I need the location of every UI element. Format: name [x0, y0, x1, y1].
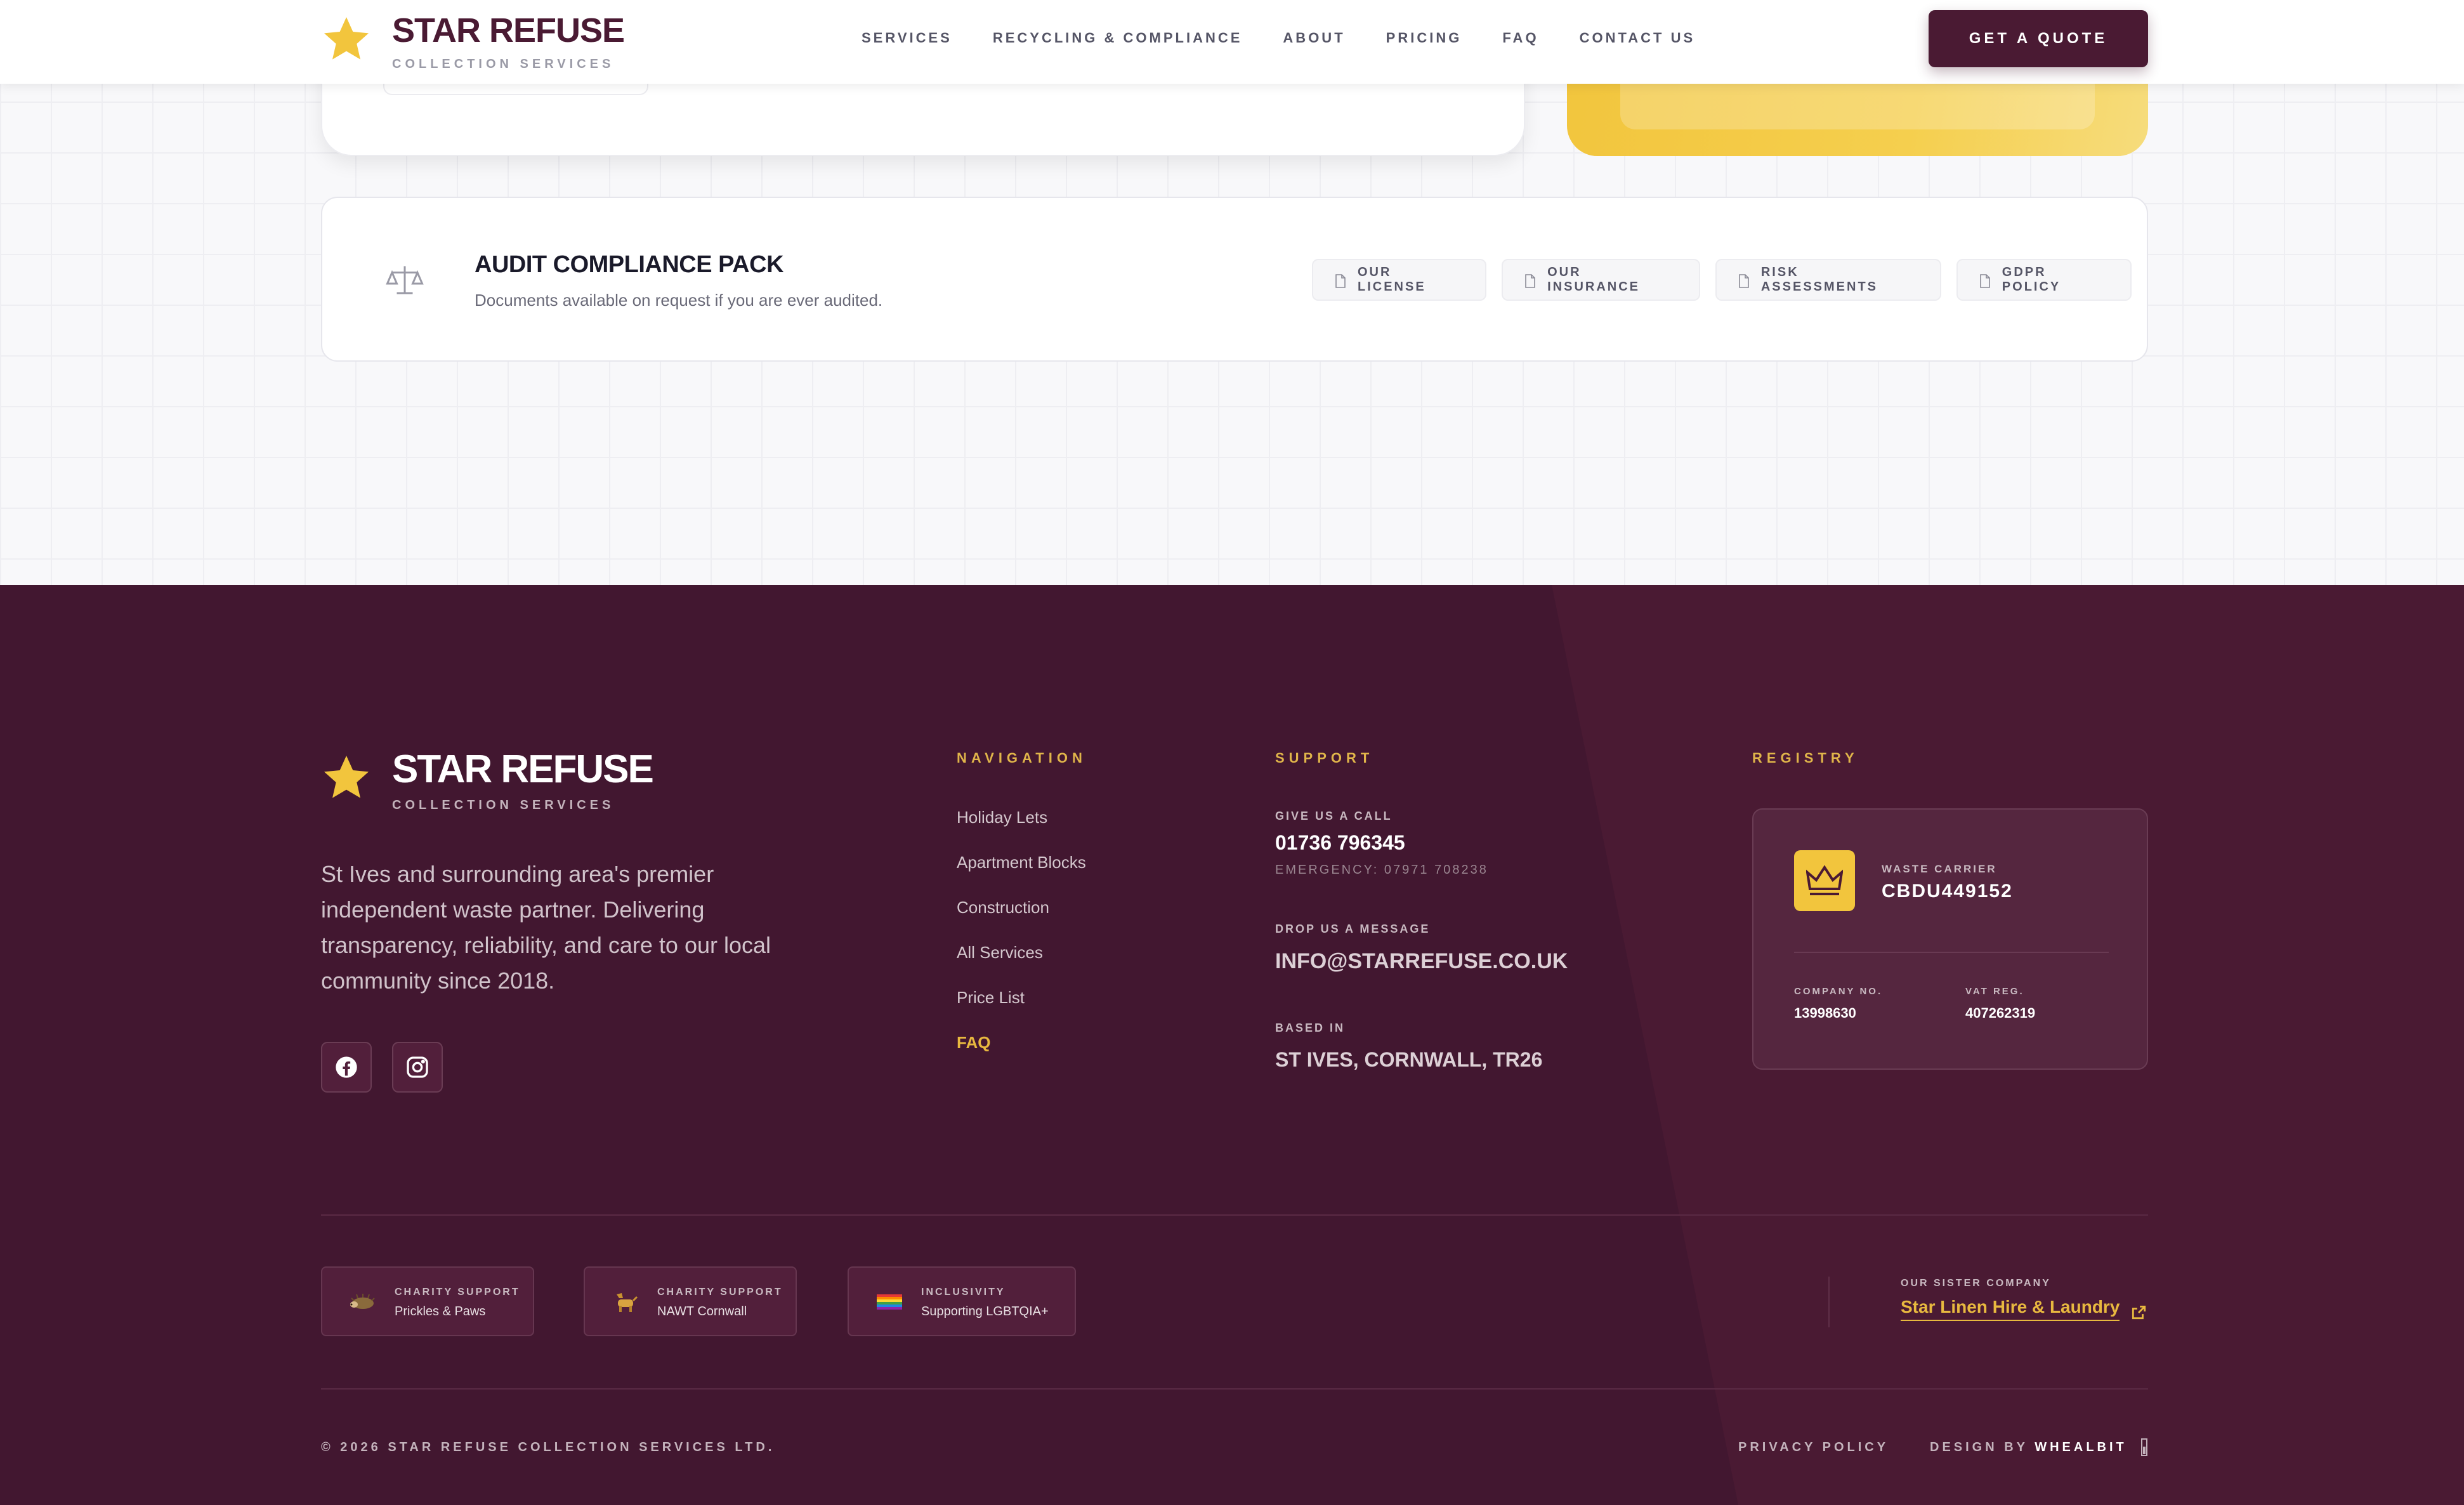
- audit-compliance-card: AUDIT COMPLIANCE PACK Documents availabl…: [321, 197, 2148, 362]
- footer-logo-title: STAR REFUSE: [392, 747, 654, 791]
- vat-reg-label: VAT REG.: [1965, 986, 2024, 997]
- facebook-icon: [336, 1056, 357, 1078]
- privacy-policy-link[interactable]: PRIVACY POLICY: [1738, 1440, 1889, 1455]
- badge-label: INCLUSIVITY: [921, 1287, 1006, 1298]
- footer-description: St Ives and surrounding area's premier i…: [321, 861, 771, 994]
- footer-logo-subtitle: COLLECTION SERVICES: [392, 798, 615, 812]
- footer-nav: Holiday Lets Apartment Blocks Constructi…: [957, 806, 1086, 1076]
- company-no-label: COMPANY NO.: [1794, 986, 1883, 997]
- star-icon: [324, 756, 369, 798]
- audit-documents: OUR LICENSE OUR INSURANCE RISK ASSESSMEN…: [1312, 259, 2147, 301]
- scales-icon: [386, 266, 424, 294]
- document-icon: [1335, 274, 1346, 288]
- charity-badge-nawt-cornwall[interactable]: CHARITY SUPPORT NAWT Cornwall: [584, 1266, 797, 1336]
- instagram-button[interactable]: [392, 1042, 443, 1093]
- nav-about[interactable]: ABOUT: [1283, 28, 1345, 48]
- gdpr-policy-button[interactable]: GDPR POLICY: [1956, 259, 2132, 301]
- crown-icon: [1806, 865, 1843, 895]
- footer-link-holiday-lets[interactable]: Holiday Lets: [957, 806, 1086, 851]
- sister-company-label: OUR SISTER COMPANY: [1901, 1278, 2051, 1289]
- document-icon: [1525, 274, 1535, 288]
- charity-badge-prickles-paws[interactable]: CHARITY SUPPORT Prickles & Paws: [321, 1266, 534, 1336]
- sister-separator: [1828, 1277, 1830, 1327]
- location: ST IVES, CORNWALL, TR26: [1275, 1048, 1543, 1071]
- call-label: GIVE US A CALL: [1275, 810, 1393, 822]
- document-icon: [1979, 274, 1990, 288]
- instagram-icon: [407, 1056, 428, 1078]
- facebook-button[interactable]: [321, 1042, 372, 1093]
- document-icon: [1739, 274, 1749, 288]
- external-link-icon[interactable]: [2130, 1305, 2147, 1321]
- footer-link-faq[interactable]: FAQ: [957, 1031, 1086, 1076]
- email-link[interactable]: INFO@STARREFUSE.CO.UK: [1275, 949, 1568, 974]
- doc-label: OUR INSURANCE: [1547, 265, 1641, 294]
- hedgehog-icon: [350, 1294, 375, 1309]
- site-footer: STAR REFUSE COLLECTION SERVICES St Ives …: [0, 585, 2464, 1505]
- footer-bottom-divider: [321, 1388, 2148, 1390]
- navigation-heading: NAVIGATION: [957, 750, 1087, 766]
- based-label: BASED IN: [1275, 1022, 1346, 1034]
- pride-flag-icon: [877, 1294, 902, 1310]
- design-prefix: DESIGN BY: [1930, 1440, 2028, 1454]
- badge-label: CHARITY SUPPORT: [657, 1287, 783, 1298]
- nav-faq[interactable]: FAQ: [1502, 28, 1538, 48]
- footer-link-all-services[interactable]: All Services: [957, 941, 1086, 986]
- our-insurance-button[interactable]: OUR INSURANCE: [1502, 259, 1700, 301]
- waste-carrier-number: CBDU449152: [1882, 881, 2013, 902]
- badge-label: CHARITY SUPPORT: [395, 1287, 520, 1298]
- crown-icon-box: [1794, 850, 1855, 911]
- footer-link-price-list[interactable]: Price List: [957, 986, 1086, 1031]
- nav-services[interactable]: SERVICES: [862, 28, 952, 48]
- main-nav: SERVICES RECYCLING & COMPLIANCE ABOUT PR…: [862, 28, 1736, 48]
- star-icon: [324, 17, 369, 60]
- badge-value: NAWT Cornwall: [657, 1305, 747, 1318]
- copyright: © 2026 STAR REFUSE COLLECTION SERVICES L…: [321, 1440, 775, 1454]
- waste-carrier-label: WASTE CARRIER: [1882, 863, 1997, 875]
- registry-heading: REGISTRY: [1752, 750, 1859, 766]
- doc-label: OUR LICENSE: [1358, 265, 1426, 294]
- risk-assessments-button[interactable]: RISK ASSESSMENTS: [1715, 259, 1941, 301]
- support-heading: SUPPORT: [1275, 750, 1374, 766]
- nav-contact-us[interactable]: CONTACT US: [1580, 28, 1696, 48]
- logo-subtitle: COLLECTION SERVICES: [392, 57, 615, 71]
- sister-company-link[interactable]: Star Linen Hire & Laundry: [1901, 1297, 2120, 1321]
- badge-value: Prickles & Paws: [395, 1305, 486, 1318]
- design-credit[interactable]: DESIGN BY WHEALBIT: [1930, 1440, 2127, 1455]
- message-label: DROP US A MESSAGE: [1275, 923, 1431, 935]
- phone-link[interactable]: 01736 796345: [1275, 831, 1405, 855]
- footer-link-construction[interactable]: Construction: [957, 896, 1086, 941]
- logo-title: STAR REFUSE: [392, 11, 625, 49]
- site-header: STAR REFUSE COLLECTION SERVICES SERVICES…: [0, 0, 2464, 84]
- doc-label: GDPR POLICY: [2002, 265, 2061, 294]
- company-no-value: 13998630: [1794, 1005, 1856, 1021]
- footer-divider: [321, 1214, 2148, 1216]
- nav-pricing[interactable]: PRICING: [1386, 28, 1462, 48]
- audit-description: Documents available on request if you ar…: [475, 291, 883, 310]
- whealbit-logo-icon: [2141, 1438, 2147, 1456]
- our-license-button[interactable]: OUR LICENSE: [1312, 259, 1487, 301]
- footer-logo[interactable]: STAR REFUSE COLLECTION SERVICES: [321, 747, 654, 813]
- doc-label: RISK ASSESSMENTS: [1760, 265, 1878, 294]
- design-brand: WHEALBIT: [2035, 1440, 2127, 1454]
- header-logo[interactable]: STAR REFUSE COLLECTION SERVICES: [321, 11, 625, 72]
- get-a-quote-button[interactable]: GET A QUOTE: [1929, 10, 2148, 67]
- dog-icon: [617, 1293, 638, 1312]
- emergency-number: EMERGENCY: 07971 708238: [1275, 863, 1488, 877]
- registry-divider: [1794, 952, 2109, 953]
- nav-recycling-compliance[interactable]: RECYCLING & COMPLIANCE: [993, 28, 1243, 48]
- footer-link-apartment-blocks[interactable]: Apartment Blocks: [957, 851, 1086, 896]
- vat-reg-value: 407262319: [1965, 1005, 2036, 1021]
- badge-value: Supporting LGBTQIA+: [921, 1305, 1049, 1318]
- inclusivity-badge[interactable]: INCLUSIVITY Supporting LGBTQIA+: [848, 1266, 1076, 1336]
- registry-card: WASTE CARRIER CBDU449152 COMPANY NO. 139…: [1752, 808, 2148, 1070]
- audit-title: AUDIT COMPLIANCE PACK: [475, 251, 784, 278]
